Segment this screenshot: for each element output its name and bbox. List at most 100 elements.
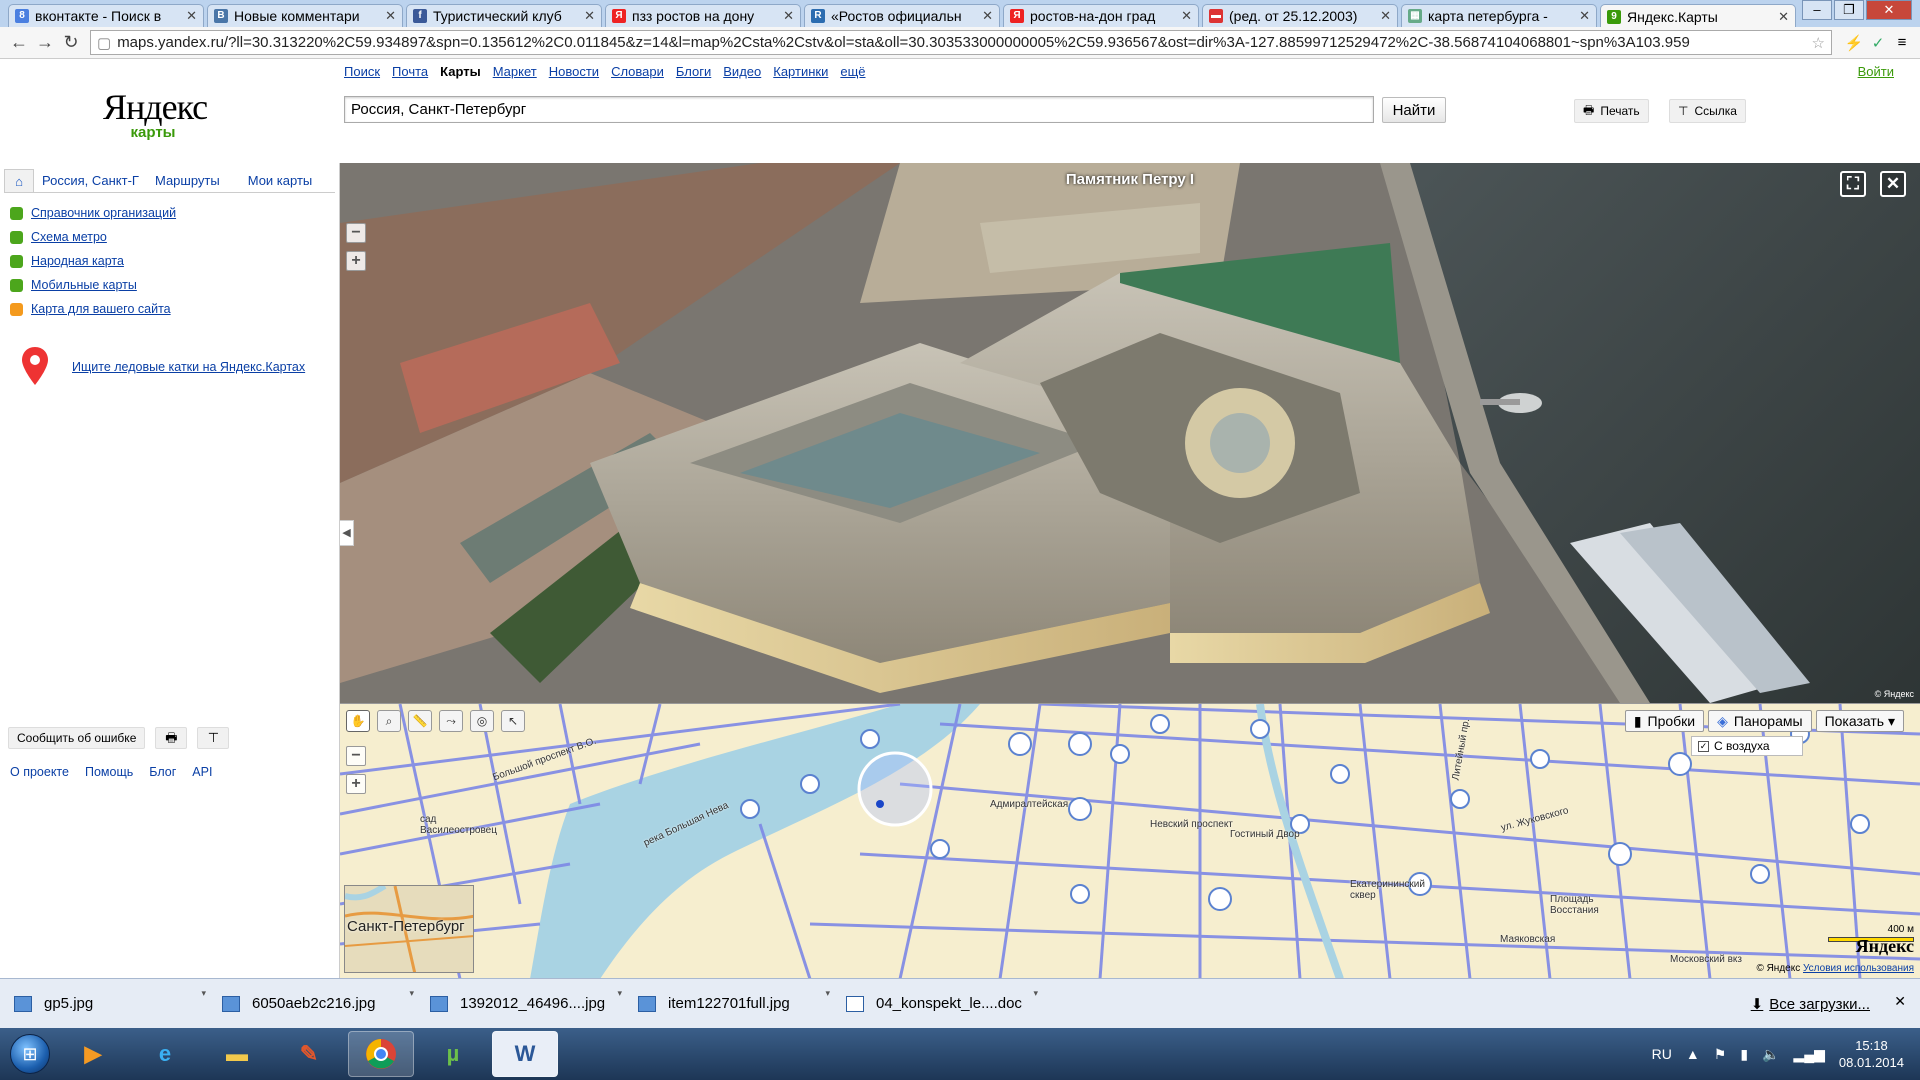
extension-icon[interactable]: ⚡ [1842, 34, 1866, 52]
panoramas-button[interactable]: ◈ Панорамы [1708, 710, 1812, 732]
promo-link[interactable]: Ищите ледовые катки на Яндекс.Картах [72, 360, 305, 374]
magnifier-icon[interactable]: ⌕ [377, 710, 401, 732]
network-icon[interactable]: ▂▄▆ [1793, 1046, 1824, 1063]
service-link[interactable]: ещё [840, 64, 865, 79]
download-item[interactable]: item122701full.jpg ▾ [630, 984, 832, 1024]
footer-link[interactable]: О проекте [10, 765, 69, 779]
ruler-icon[interactable]: 📏 [408, 710, 432, 732]
zoom-out-icon[interactable]: − [346, 746, 366, 766]
browser-tab-active[interactable]: 9 Яндекс.Карты ✕ [1600, 4, 1796, 28]
zoom-out-icon[interactable]: − [346, 223, 366, 243]
browser-tab[interactable]: В Новые комментари ✕ [207, 4, 403, 27]
panorama-tool-icon[interactable]: ◎ [470, 710, 494, 732]
close-icon[interactable]: ✕ [1380, 8, 1391, 24]
address-bar[interactable]: ▢ maps.yandex.ru/?ll=30.313220%2C59.9348… [90, 30, 1832, 55]
download-item[interactable]: 04_konspekt_le....doc ▾ [838, 984, 1040, 1024]
media-player-icon[interactable]: ▶ [60, 1031, 126, 1077]
search-button[interactable]: Найти [1382, 97, 1446, 123]
browser-tab[interactable]: 8 вконтакте - Поиск в ✕ [8, 4, 204, 27]
browser-tab[interactable]: Яростов-на-дон град ✕ [1003, 4, 1199, 27]
print-button[interactable]: 🖶 Печать [1574, 99, 1649, 123]
login-link[interactable]: Войти [1858, 64, 1894, 79]
close-icon[interactable]: ✕ [1880, 171, 1906, 197]
link-site-map[interactable]: Карта для вашего сайта [31, 302, 171, 316]
word-icon[interactable]: W [492, 1031, 558, 1077]
extension-icon[interactable]: ✓ [1866, 34, 1890, 52]
overview-minimap[interactable]: Санкт-Петербург [344, 885, 474, 973]
bookmark-star-icon[interactable]: ☆ [1812, 34, 1825, 52]
search-input[interactable] [344, 96, 1374, 123]
link-icon[interactable]: ⊤ [197, 727, 230, 749]
dropdown-arrow-icon[interactable]: ▾ [201, 988, 206, 999]
start-button[interactable]: ⊞ [0, 1028, 60, 1080]
fullscreen-icon[interactable]: ⛶ [1840, 171, 1866, 197]
link-directory[interactable]: Справочник организаций [31, 206, 176, 220]
browser-tab[interactable]: ▬ (ред. от 25.12.2003) ✕ [1202, 4, 1398, 27]
explorer-folder-icon[interactable]: ▬ [204, 1031, 270, 1077]
browser-tab[interactable]: R «Ростов официальн ✕ [804, 4, 1000, 27]
service-link[interactable]: Картинки [773, 64, 828, 79]
close-icon[interactable]: ✕ [982, 8, 993, 24]
zoom-in-icon[interactable]: + [346, 251, 366, 271]
internet-explorer-icon[interactable]: e [132, 1031, 198, 1077]
tray-arrow-icon[interactable]: ▲ [1686, 1046, 1700, 1062]
close-icon[interactable]: ✕ [1778, 9, 1789, 25]
forward-arrow-icon[interactable]: → [32, 32, 58, 53]
browser-tab[interactable]: ▦ карта петербурга - ✕ [1401, 4, 1597, 27]
maximize-icon[interactable]: ❐ [1834, 0, 1864, 20]
yandex-logo[interactable]: Яндекс карты [103, 86, 208, 141]
service-link[interactable]: Словари [611, 64, 664, 79]
volume-icon[interactable]: 🔈 [1762, 1046, 1779, 1063]
close-icon[interactable]: ✕ [1181, 8, 1192, 24]
link-metro[interactable]: Схема метро [31, 230, 107, 244]
footer-link[interactable]: Блог [149, 765, 176, 779]
dropdown-arrow-icon[interactable]: ▾ [1033, 988, 1038, 999]
back-arrow-icon[interactable]: ← [6, 32, 32, 53]
menu-icon[interactable]: ≡ [1890, 34, 1914, 51]
language-indicator[interactable]: RU [1652, 1046, 1672, 1062]
terms-link[interactable]: Условия использования [1803, 963, 1914, 974]
tab-routes[interactable]: Маршруты [147, 169, 228, 192]
chrome-icon[interactable] [348, 1031, 414, 1077]
show-layers-dropdown[interactable]: Показать ▾ [1815, 710, 1904, 732]
close-icon[interactable]: ✕ [1894, 993, 1906, 1010]
home-icon[interactable]: ⌂ [4, 169, 34, 192]
all-downloads-link[interactable]: ⬇ Все загрузки... [1751, 995, 1870, 1013]
footer-link[interactable]: Помощь [85, 765, 133, 779]
tab-location[interactable]: Россия, Санкт-Г [34, 169, 147, 192]
close-icon[interactable]: ✕ [783, 8, 794, 24]
route-icon[interactable]: ⤳ [439, 710, 463, 732]
dropdown-arrow-icon[interactable]: ▾ [409, 988, 414, 999]
close-icon[interactable]: ✕ [584, 8, 595, 24]
dropdown-arrow-icon[interactable]: ▾ [617, 988, 622, 999]
report-error-button[interactable]: Сообщить об ошибке [8, 727, 146, 749]
window-close-icon[interactable]: ✕ [1866, 0, 1912, 20]
service-link[interactable]: Новости [549, 64, 599, 79]
clock[interactable]: 15:18 08.01.2014 [1839, 1037, 1904, 1071]
traffic-button[interactable]: ▮ Пробки [1624, 710, 1705, 732]
panorama-view[interactable]: Памятник Петру I ⛶ ✕ − + © Яндекс [340, 163, 1920, 703]
aerial-checkbox[interactable]: ✓ С воздуха [1691, 736, 1803, 756]
close-icon[interactable]: ✕ [186, 8, 197, 24]
reload-icon[interactable]: ↻ [58, 32, 84, 53]
pointer-icon[interactable]: ↖ [501, 710, 525, 732]
utorrent-icon[interactable]: µ [420, 1031, 486, 1077]
service-link[interactable]: Маркет [493, 64, 537, 79]
flag-icon[interactable]: ⚑ [1714, 1046, 1727, 1063]
close-icon[interactable]: ✕ [385, 8, 396, 24]
battery-icon[interactable]: ▮ [1740, 1046, 1748, 1063]
download-item[interactable]: gp5.jpg ▾ [6, 984, 208, 1024]
minimize-icon[interactable]: – [1802, 0, 1832, 20]
map-view[interactable]: ✋ ⌕ 📏 ⤳ ◎ ↖ − + Большой проспект В.О. са… [340, 703, 1920, 978]
download-item[interactable]: 6050aeb2c216.jpg ▾ [214, 984, 416, 1024]
service-link[interactable]: Почта [392, 64, 428, 79]
printer-icon[interactable]: 🖶 [155, 727, 188, 749]
link-people-map[interactable]: Народная карта [31, 254, 124, 268]
close-icon[interactable]: ✕ [1579, 8, 1590, 24]
paint-icon[interactable]: ✎ [276, 1031, 342, 1077]
dropdown-arrow-icon[interactable]: ▾ [825, 988, 830, 999]
download-item[interactable]: 1392012_46496....jpg ▾ [422, 984, 624, 1024]
link-button[interactable]: ⊤ Ссылка [1669, 99, 1746, 123]
service-link[interactable]: Блоги [676, 64, 711, 79]
browser-tab[interactable]: f Туристический клуб ✕ [406, 4, 602, 27]
